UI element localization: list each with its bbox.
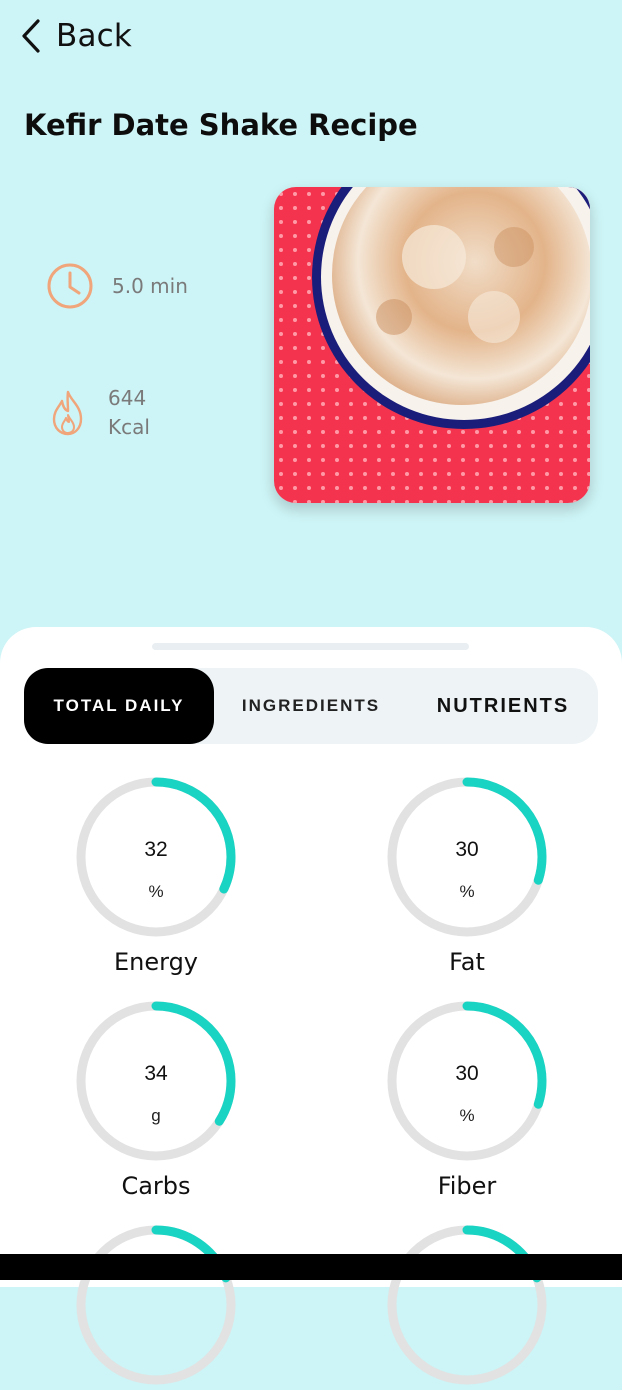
nutrient-card-fiber: 30 % Fiber <box>382 996 552 1200</box>
nutrient-card-fat: 30 % Fat <box>382 772 552 976</box>
progress-ring <box>76 1225 236 1385</box>
nutrient-unit: % <box>148 882 164 901</box>
system-navigation-bar <box>0 1254 622 1280</box>
nutrient-name: Energy <box>113 948 199 976</box>
nutrient-name: Fiber <box>437 1172 497 1200</box>
flame-icon <box>52 390 83 436</box>
chevron-left-icon <box>22 19 40 53</box>
nutrient-value: 34 <box>144 1062 168 1085</box>
tab-nutrients[interactable]: NUTRIENTS <box>424 668 582 744</box>
tab-total-daily[interactable]: TOTAL DAILY <box>24 668 214 744</box>
nutrient-card-partial <box>71 1220 241 1390</box>
nutrient-card-energy: 32 % Energy <box>71 772 241 976</box>
nutrient-value: 30 <box>455 838 479 861</box>
clock-icon <box>47 263 93 309</box>
nutrient-value: 32 <box>144 838 168 861</box>
time-value: 5.0 min <box>112 273 188 298</box>
nutrient-name: Fat <box>449 948 485 976</box>
nutrient-name: Carbs <box>121 1172 191 1200</box>
recipe-image <box>274 187 590 503</box>
nutrient-unit: % <box>459 1106 475 1125</box>
page-title: Kefir Date Shake Recipe <box>24 108 418 142</box>
tab-bar: TOTAL DAILY INGREDIENTS NUTRIENTS <box>24 668 598 744</box>
back-button[interactable]: Back <box>20 18 132 54</box>
nutrition-sheet: TOTAL DAILY INGREDIENTS NUTRIENTS 32 % E… <box>0 627 622 1385</box>
time-stat: 5.0 min <box>46 262 188 310</box>
progress-ring <box>387 1225 547 1385</box>
sheet-handle[interactable] <box>152 643 469 650</box>
nutrient-card-carbs: 34 g Carbs <box>71 996 241 1200</box>
nutrient-unit: g <box>151 1106 161 1125</box>
tab-ingredients[interactable]: INGREDIENTS <box>224 668 398 744</box>
nutrient-value: 30 <box>455 1062 479 1085</box>
calories-stat: 644 Kcal <box>46 384 150 442</box>
nutrient-card-partial <box>382 1220 552 1390</box>
nutrient-unit: % <box>459 882 475 901</box>
back-label: Back <box>56 18 133 54</box>
calories-value: 644 <box>108 386 147 410</box>
calories-unit: Kcal <box>108 415 150 439</box>
